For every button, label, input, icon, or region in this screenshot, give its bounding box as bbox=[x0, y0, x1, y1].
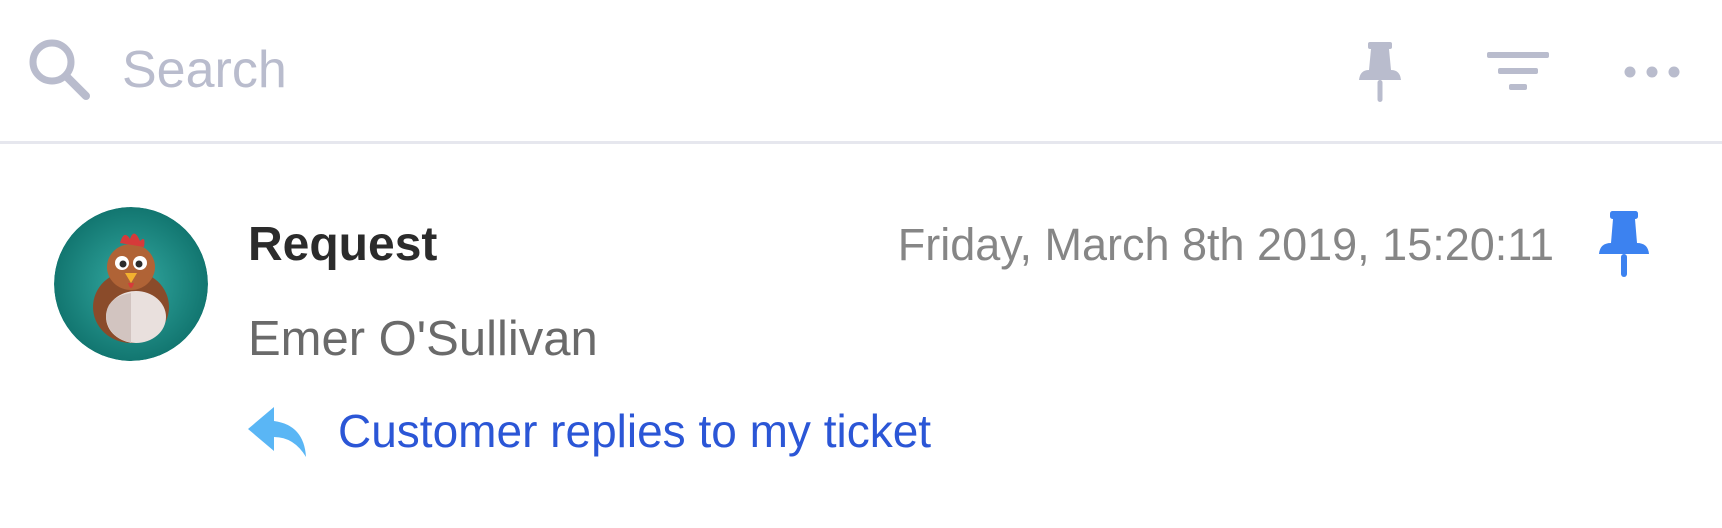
pin-icon[interactable] bbox=[1594, 209, 1654, 279]
pin-icon bbox=[1359, 42, 1401, 102]
item-timestamp: Friday, March 8th 2019, 15:20:11 bbox=[897, 219, 1554, 270]
more-options-button[interactable] bbox=[1616, 36, 1688, 108]
search-bar bbox=[26, 34, 1026, 106]
filter-button[interactable] bbox=[1482, 36, 1554, 108]
toolbar bbox=[0, 0, 1722, 144]
search-icon bbox=[29, 39, 90, 100]
list-item[interactable]: Request Friday, March 8th 2019, 15:20:11… bbox=[0, 147, 1722, 528]
customer-name: Emer O'Sullivan bbox=[248, 312, 598, 366]
chicken-avatar-icon bbox=[54, 207, 208, 361]
more-horizontal-icon bbox=[1624, 66, 1680, 78]
filter-icon bbox=[1487, 52, 1549, 90]
pin-filter-button[interactable] bbox=[1344, 36, 1416, 108]
avatar bbox=[54, 207, 208, 361]
item-title: Request bbox=[248, 218, 438, 271]
search-input[interactable] bbox=[122, 40, 922, 100]
reply-icon bbox=[248, 407, 306, 457]
event-text[interactable]: Customer replies to my ticket bbox=[338, 404, 931, 458]
event-row: Customer replies to my ticket bbox=[246, 403, 931, 459]
